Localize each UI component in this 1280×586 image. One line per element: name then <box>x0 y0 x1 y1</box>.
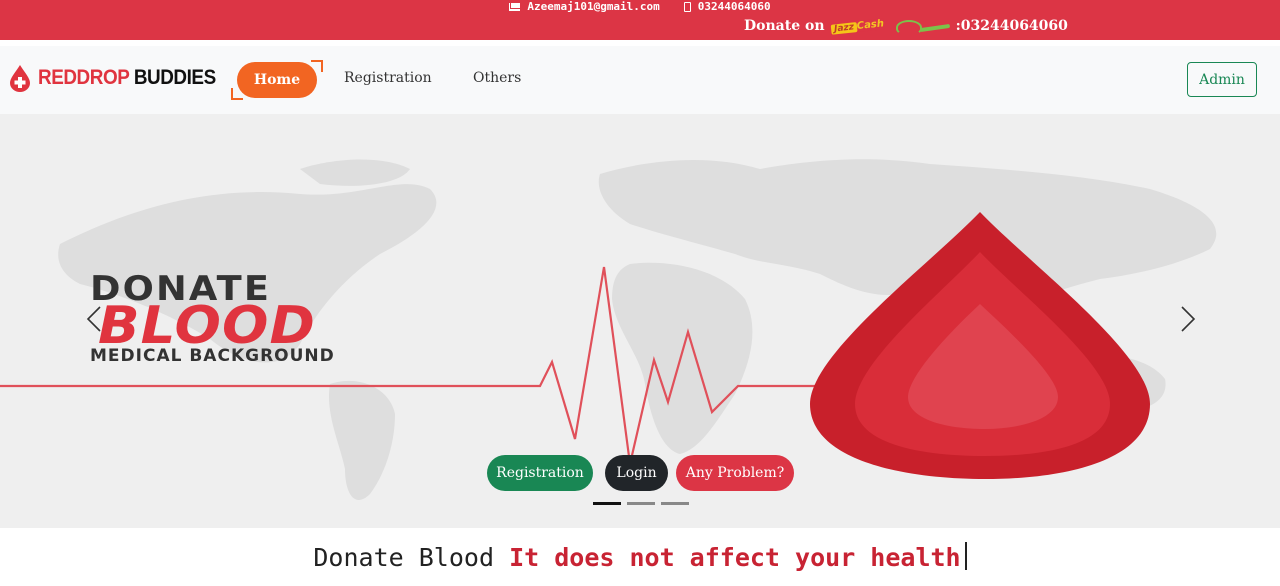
easypaisa-logo <box>894 19 952 35</box>
registration-button[interactable]: Registration <box>487 455 593 491</box>
carousel-indicator[interactable] <box>661 502 689 505</box>
phone-icon <box>683 1 691 12</box>
donate-info: Donate on Jazz Cash :03244064060 <box>744 15 1068 37</box>
nav-link-others[interactable]: Others <box>473 70 521 86</box>
carousel-indicator[interactable] <box>593 502 621 505</box>
email-text[interactable]: Azeemaj101@gmail.com <box>527 0 659 13</box>
chevron-right-icon <box>1181 306 1196 332</box>
email-contact[interactable]: Azeemaj101@gmail.com <box>509 0 660 13</box>
nav-home-button[interactable]: Home <box>237 62 317 98</box>
main-navbar: REDDROP BUDDIES Home Registration Others… <box>0 46 1280 114</box>
tagline-static: Donate Blood <box>313 543 494 572</box>
blood-drop-icon <box>8 64 32 92</box>
donate-number: :03244064060 <box>955 18 1068 34</box>
hero-carousel: DONATE BLOOD MEDICAL BACKGROUND Registra… <box>0 114 1280 528</box>
donate-label: Donate on <box>744 18 825 34</box>
carousel-next-arrow[interactable] <box>1172 304 1202 334</box>
tagline-typed: It does not affect your health <box>509 543 961 572</box>
top-contact-bar: Azeemaj101@gmail.com 03244064060 Donate … <box>0 0 1280 40</box>
login-button[interactable]: Login <box>605 455 668 491</box>
typing-tagline: Donate Blood It does not affect your hea… <box>0 541 1280 575</box>
slide-caption: DONATE BLOOD MEDICAL BACKGROUND <box>90 272 335 365</box>
typing-cursor <box>964 542 967 570</box>
any-problem-button[interactable]: Any Problem? <box>676 455 794 491</box>
carousel-indicators <box>593 502 689 505</box>
jazzcash-logo: Jazz Cash <box>830 17 885 35</box>
chevron-left-icon <box>86 306 101 332</box>
contact-info: Azeemaj101@gmail.com 03244064060 <box>0 0 1280 13</box>
brand-logo[interactable]: REDDROP BUDDIES <box>8 64 236 92</box>
admin-button[interactable]: Admin <box>1187 62 1257 97</box>
phone-text[interactable]: 03244064060 <box>698 0 771 13</box>
carousel-prev-arrow[interactable] <box>80 304 110 334</box>
nav-link-registration[interactable]: Registration <box>344 70 432 86</box>
home-nav-wrapper: Home <box>231 60 323 100</box>
carousel-indicator[interactable] <box>627 502 655 505</box>
slide-title-line2: BLOOD <box>98 296 316 356</box>
brand-name: REDDROP BUDDIES <box>38 66 216 89</box>
phone-contact[interactable]: 03244064060 <box>683 0 771 13</box>
envelope-icon <box>509 2 521 11</box>
